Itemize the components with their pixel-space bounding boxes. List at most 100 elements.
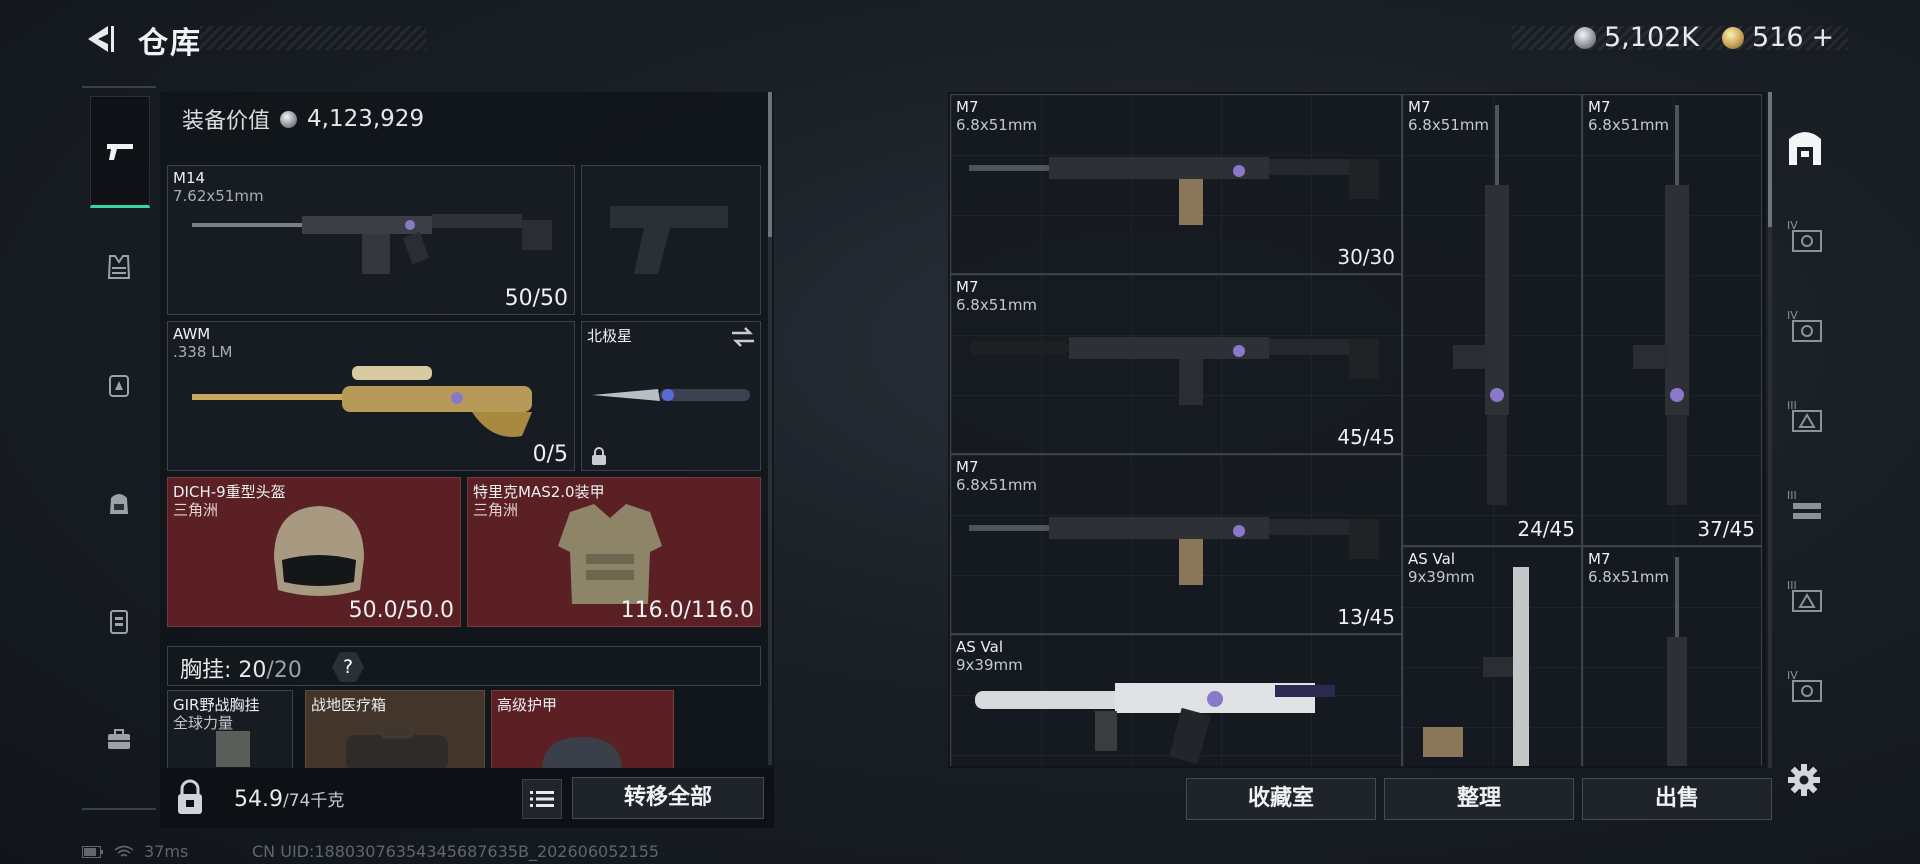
- list-view-button[interactable]: [522, 779, 562, 819]
- item-name: M7: [956, 458, 979, 476]
- m7-rifle-image: [969, 157, 1379, 225]
- back-button[interactable]: [82, 22, 116, 56]
- vest-icon: [107, 255, 131, 279]
- lock-icon: [592, 447, 606, 465]
- collection-room-button[interactable]: 收藏室: [1186, 778, 1376, 820]
- armor-source: 三角洲: [473, 501, 519, 519]
- storage-tab-case-3[interactable]: III: [1778, 570, 1832, 624]
- storage-tab-case-4[interactable]: IV: [1778, 660, 1832, 714]
- equipment-value: 装备价值 4,123,929: [182, 103, 424, 135]
- equipment-value-label: 装备价值: [182, 109, 271, 134]
- padlock-icon: [178, 779, 202, 814]
- title-decoration: [200, 26, 426, 50]
- storage-box-icon: IV: [1787, 669, 1822, 702]
- category-rig[interactable]: [90, 356, 148, 414]
- helmet-slot[interactable]: DICH-9重型头盔 三角洲 50.0/50.0: [167, 477, 461, 627]
- warehouse-scrollbar[interactable]: [1768, 92, 1772, 227]
- bag-item-slot[interactable]: 高级护甲: [491, 690, 674, 771]
- helmet-source: 三角洲: [173, 501, 219, 519]
- loadout-scrollbar[interactable]: [768, 92, 772, 237]
- armor-vest-image: [558, 504, 662, 604]
- armor-item-image: [542, 737, 622, 771]
- swap-icon[interactable]: [730, 326, 756, 348]
- warehouse-item[interactable]: M7 6.8x51mm 30/30: [950, 94, 1402, 274]
- weapon-name: AWM: [173, 325, 211, 343]
- item-ammo: 24/45: [1517, 517, 1575, 541]
- storage-tab-main[interactable]: [1778, 120, 1832, 174]
- list-icon: [530, 791, 554, 807]
- sidearm-slot[interactable]: [581, 165, 761, 315]
- melee-name: 北极星: [587, 327, 633, 345]
- storage-box-icon: IV: [1787, 219, 1822, 252]
- primary-weapon-slot[interactable]: M14 7.62x51mm 50/50: [167, 165, 575, 315]
- m7-rifle-image: [969, 517, 1379, 585]
- ping-value: 37ms: [144, 842, 189, 861]
- storage-rack-icon: III: [1787, 489, 1821, 519]
- weapon-ammo: 50/50: [504, 286, 568, 311]
- gold-coin-icon: [1722, 26, 1744, 49]
- chest-rig-capacity: 胸挂: 20/20: [180, 652, 302, 684]
- container-lock-button[interactable]: [172, 778, 208, 818]
- armor-slot[interactable]: 特里克MAS2.0装甲 三角洲 116.0/116.0: [467, 477, 761, 627]
- warehouse-item[interactable]: AS Val 9x39mm: [950, 634, 1402, 766]
- gold-currency[interactable]: 516 +: [1722, 22, 1834, 53]
- storage-tab-case-1[interactable]: III: [1778, 390, 1832, 444]
- category-medkit[interactable]: [90, 710, 148, 768]
- case-icon: [110, 610, 128, 634]
- chest-rig-used: 20: [238, 658, 267, 683]
- armor-durability: 116.0/116.0: [620, 598, 754, 623]
- pistol-icon: [107, 144, 133, 160]
- back-arrow-icon: [88, 26, 114, 52]
- gold-amount: 516: [1752, 22, 1804, 53]
- backpack-icon: [110, 494, 128, 514]
- sell-button[interactable]: 出售: [1582, 778, 1772, 820]
- m14-rifle-image: [192, 214, 552, 274]
- toolbox-icon: [108, 729, 130, 749]
- m7-suppressed-rifle-image: [969, 337, 1379, 405]
- knife-image: [592, 389, 750, 401]
- transfer-all-button[interactable]: 转移全部: [572, 777, 764, 819]
- pistol-silhouette-icon: [610, 206, 728, 274]
- warehouse-icon: [1789, 132, 1821, 165]
- warehouse-item[interactable]: M7 6.8x51mm 13/45: [950, 454, 1402, 634]
- weapon-name: M14: [173, 169, 206, 187]
- battery-icon: [82, 845, 103, 858]
- silver-coin-icon: [1574, 26, 1596, 49]
- category-armor-vest[interactable]: [90, 238, 148, 296]
- awm-rifle-image: [192, 366, 532, 437]
- rig-icon: [109, 375, 129, 397]
- chest-rig-image: [216, 731, 250, 767]
- bag-item-slot[interactable]: GIR野战胸挂 全球力量: [167, 690, 293, 770]
- add-gold-button[interactable]: +: [1812, 22, 1835, 53]
- warehouse-item[interactable]: M7 6.8x51mm 45/45: [950, 274, 1402, 454]
- melee-slot[interactable]: 北极星: [581, 321, 761, 471]
- bag-item-slot[interactable]: 战地医疗箱: [305, 690, 485, 771]
- medkit-image: [346, 723, 448, 771]
- category-weapons[interactable]: [90, 96, 150, 208]
- secondary-weapon-slot[interactable]: AWM .338 LM 0/5: [167, 321, 575, 471]
- item-ammo: 30/30: [1337, 245, 1395, 269]
- silver-coin-icon: [280, 110, 298, 128]
- settings-button[interactable]: [1786, 762, 1822, 798]
- category-backpack[interactable]: [90, 474, 148, 532]
- warehouse-item[interactable]: AS Val 9x39mm: [1402, 546, 1582, 766]
- m7-rifle-vertical-image: [1667, 557, 1687, 766]
- storage-tab-safebox[interactable]: IV: [1778, 210, 1832, 264]
- page-title: 仓库: [138, 26, 202, 61]
- item-ammo: 13/45: [1337, 605, 1395, 629]
- bag-item-name: 战地医疗箱: [311, 696, 387, 714]
- sort-button[interactable]: 整理: [1384, 778, 1574, 820]
- storage-tab-safebox-2[interactable]: IV: [1778, 300, 1832, 354]
- item-name: M7: [1588, 550, 1611, 568]
- warehouse-item[interactable]: M7 6.8x51mm 24/45: [1402, 94, 1582, 546]
- storage-tab-case-2[interactable]: III: [1778, 480, 1832, 534]
- storage-case-icon: III: [1787, 579, 1822, 612]
- tier-label: III: [1787, 489, 1797, 502]
- item-name: AS Val: [956, 638, 1004, 656]
- chest-rig-total: /20: [266, 658, 302, 683]
- category-case[interactable]: [90, 592, 148, 650]
- item-ammo: 45/45: [1337, 425, 1395, 449]
- warehouse-item[interactable]: M7 6.8x51mm 37/45: [1582, 94, 1762, 546]
- warehouse-item[interactable]: M7 6.8x51mm: [1582, 546, 1762, 766]
- m7-rifle-vertical-image: [1633, 105, 1689, 505]
